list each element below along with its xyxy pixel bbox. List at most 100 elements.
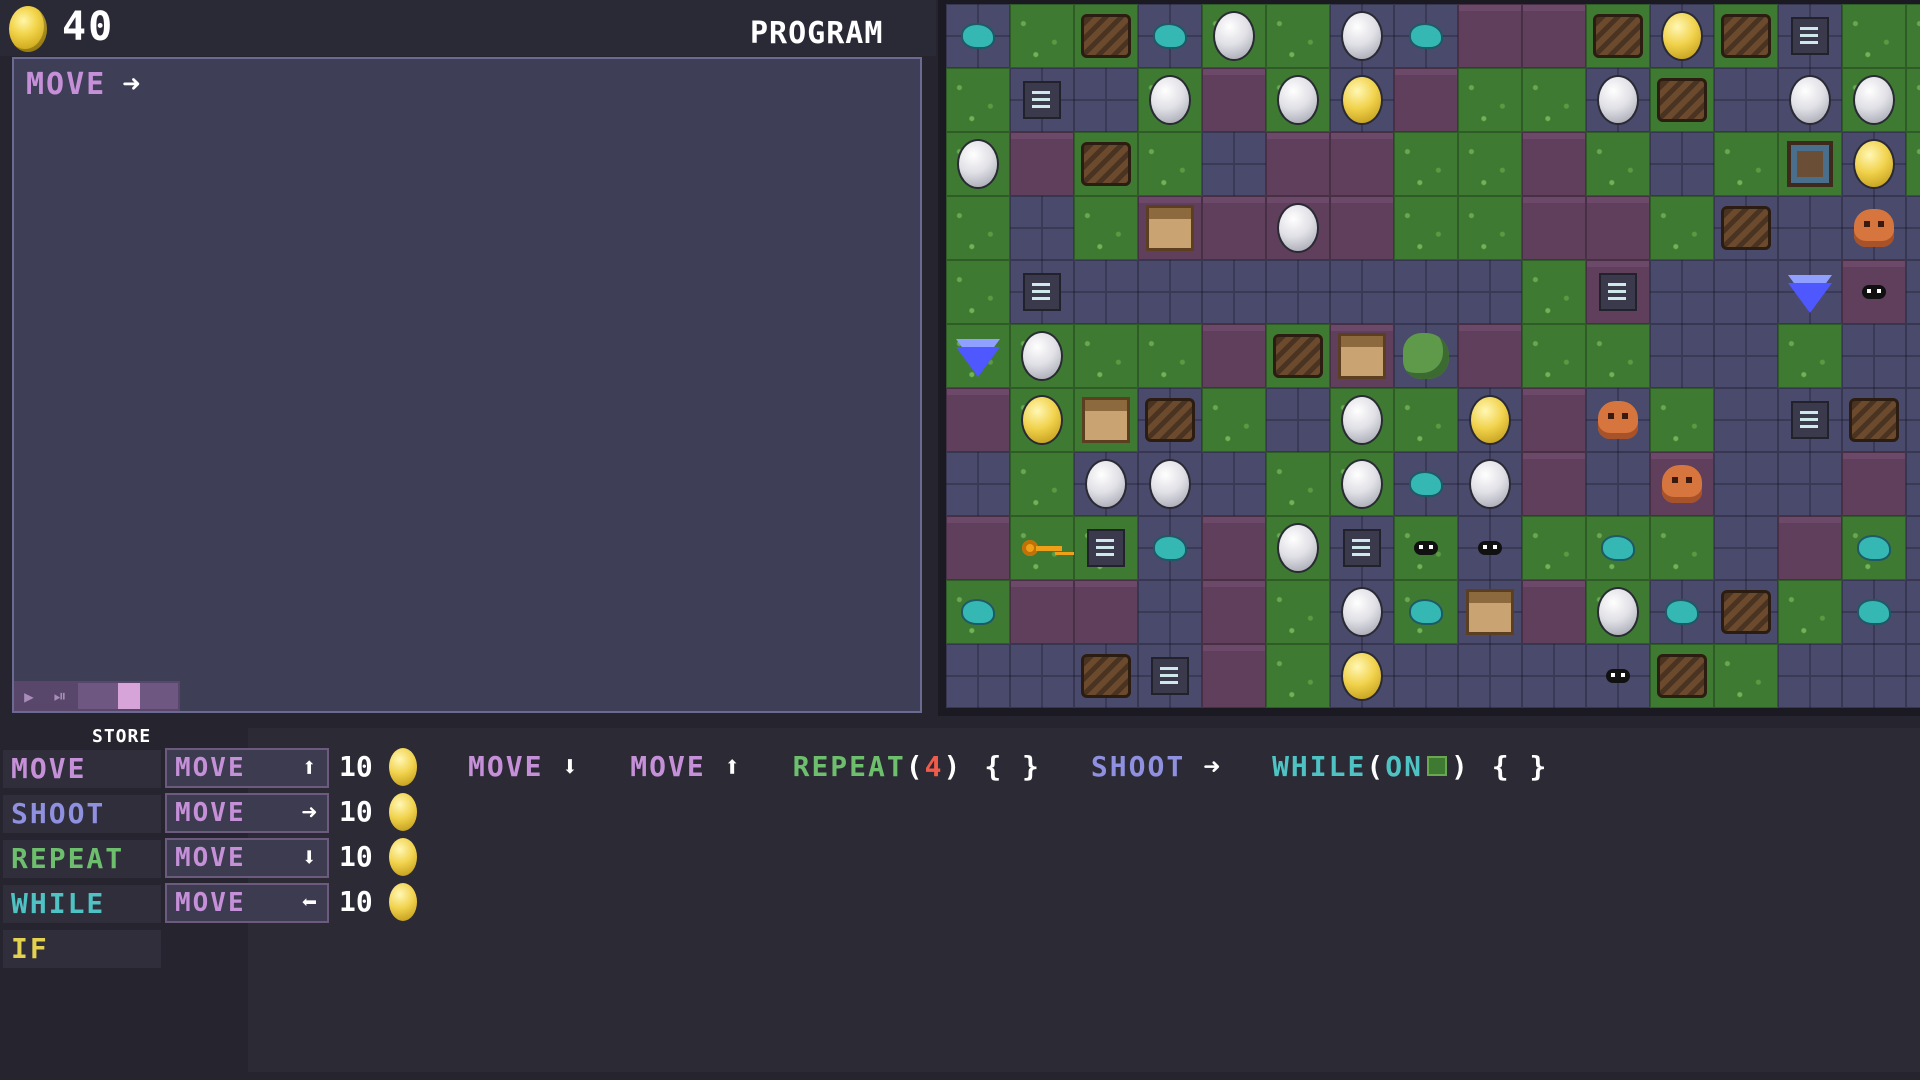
buy-move-up-button[interactable]: MOVE ⬆ <box>165 748 329 788</box>
board-tile <box>1330 516 1394 580</box>
command-palette: MOVE ⬇ MOVE ⬆ REPEAT(4){ } SHOOT ➜ WHILE(ON… <box>468 746 1598 786</box>
board-tile <box>1586 324 1650 388</box>
egg-icon <box>1471 461 1509 507</box>
rock-icon <box>1081 14 1131 58</box>
arrow-up-icon: ⬆ <box>723 749 743 783</box>
board-tile <box>1650 580 1714 644</box>
speed-slider-handle[interactable] <box>118 683 140 709</box>
cmd-move-up[interactable]: MOVE ⬆ <box>630 750 742 783</box>
board-tile <box>1074 4 1138 68</box>
board-tile <box>1586 644 1650 708</box>
chest-icon <box>1787 141 1833 187</box>
board-tile <box>1778 324 1842 388</box>
board-tile <box>1074 260 1138 324</box>
egg-icon <box>1151 461 1189 507</box>
coin-icon <box>1663 13 1701 59</box>
board-tile <box>1394 516 1458 580</box>
egg-icon <box>1791 77 1829 123</box>
store-category-move[interactable]: MOVE <box>3 750 161 788</box>
braces: { } <box>1491 749 1549 783</box>
cmd-label: REPEAT <box>792 749 906 783</box>
board-tile <box>1714 388 1778 452</box>
board-tile <box>1714 516 1778 580</box>
board-tile <box>1842 4 1906 68</box>
rock-icon <box>1721 590 1771 634</box>
rock-icon <box>1081 142 1131 186</box>
rock-icon <box>1657 654 1707 698</box>
store-category-if[interactable]: IF <box>3 930 161 968</box>
note-icon <box>1153 659 1187 693</box>
grass-tile-icon <box>1428 758 1445 774</box>
board-tile <box>1586 516 1650 580</box>
store-title: STORE <box>92 726 152 747</box>
slime-icon <box>963 25 993 47</box>
board-tile <box>1778 4 1842 68</box>
play-button[interactable]: ▶ <box>14 681 44 711</box>
board-tile <box>1266 324 1330 388</box>
board-tile <box>946 196 1010 260</box>
board-tile <box>1394 644 1458 708</box>
cmd-shoot[interactable]: SHOOT ➜ <box>1091 750 1222 783</box>
program-editor[interactable]: MOVE ➜ ▶ ⏯ <box>12 57 922 713</box>
paren-close: ) <box>1450 749 1470 783</box>
slime-icon <box>1155 25 1185 47</box>
eyes-icon <box>1414 541 1438 555</box>
buy-move-right-button[interactable]: MOVE ➜ <box>165 793 329 833</box>
board-tile <box>1266 644 1330 708</box>
note-icon <box>1793 403 1827 437</box>
board-tile <box>1074 452 1138 516</box>
egg-icon <box>1279 205 1317 251</box>
board-tile <box>1522 132 1586 196</box>
rock-icon <box>1145 398 1195 442</box>
program-line-move-right[interactable]: MOVE ➜ <box>26 67 142 102</box>
store-category-repeat[interactable]: REPEAT <box>3 840 161 878</box>
cmd-while[interactable]: WHILE(ON) { } <box>1272 750 1548 783</box>
board-tile <box>1010 260 1074 324</box>
slime-icon <box>963 601 993 623</box>
board-tile <box>1842 580 1906 644</box>
store-category-while[interactable]: WHILE <box>3 885 161 923</box>
coin-count: 40 <box>62 4 115 50</box>
coin-icon <box>389 883 417 921</box>
board-tile <box>1906 452 1920 516</box>
egg-icon <box>959 141 997 187</box>
board-tile <box>1138 516 1202 580</box>
step-button[interactable]: ⏯ <box>44 681 76 711</box>
coin-icon <box>389 748 417 786</box>
cmd-move-down[interactable]: MOVE ⬇ <box>468 750 580 783</box>
store-category-shoot[interactable]: SHOOT <box>3 795 161 833</box>
board-tile <box>1778 516 1842 580</box>
board-tile <box>1138 580 1202 644</box>
board-tile <box>1074 132 1138 196</box>
board-tile <box>1842 132 1906 196</box>
board-tile <box>1010 324 1074 388</box>
board-tile <box>1010 388 1074 452</box>
board-tile <box>1138 260 1202 324</box>
board-tile <box>1522 644 1586 708</box>
board-tile <box>946 452 1010 516</box>
board-tile <box>1138 196 1202 260</box>
buy-move-down-button[interactable]: MOVE ⬇ <box>165 838 329 878</box>
top-hud: 40 PROGRAM <box>0 0 936 56</box>
rock-icon <box>1657 78 1707 122</box>
cmd-repeat[interactable]: REPEAT(4) { } <box>793 750 1041 783</box>
board-tile <box>1010 580 1074 644</box>
board-tile <box>1330 68 1394 132</box>
board-tile <box>1266 68 1330 132</box>
board-tile <box>1394 452 1458 516</box>
board-tile <box>1458 452 1522 516</box>
board-tile <box>1842 644 1906 708</box>
board-tile <box>1778 388 1842 452</box>
board-tile <box>1330 196 1394 260</box>
slime-icon <box>1859 537 1889 559</box>
board-tile <box>1522 388 1586 452</box>
egg-icon <box>1343 13 1381 59</box>
arrow-left-icon: ⬅ <box>301 888 319 918</box>
buy-move-left-button[interactable]: MOVE ⬅ <box>165 883 329 923</box>
board-tile <box>946 644 1010 708</box>
board-tile <box>1522 580 1586 644</box>
board-tile <box>1010 68 1074 132</box>
speed-slider[interactable] <box>78 683 178 709</box>
board-tile <box>1842 388 1906 452</box>
board-tile <box>946 388 1010 452</box>
